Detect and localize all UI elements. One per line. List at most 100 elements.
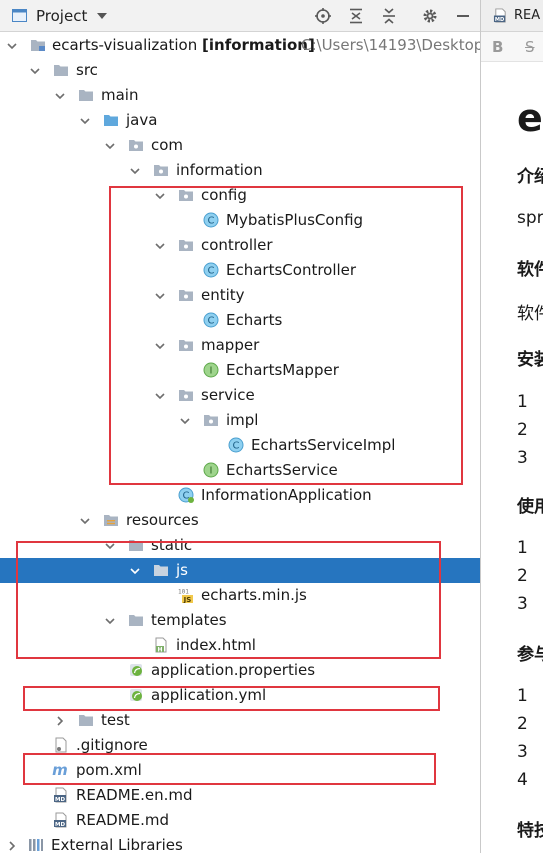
tree-node-echarts-min-js[interactable]: 101 JS echarts.min.js	[0, 583, 480, 608]
chevron-right-icon[interactable]	[54, 715, 66, 727]
html-file-icon: H	[155, 637, 167, 653]
tree-node-application-yml[interactable]: application.yml	[0, 683, 480, 708]
tree-node-com[interactable]: com	[0, 133, 480, 158]
tree-label: controller	[201, 236, 273, 254]
tree-node-echarts-mapper[interactable]: I EchartsMapper	[0, 358, 480, 383]
chevron-down-icon[interactable]	[154, 390, 166, 402]
chevron-down-icon[interactable]	[29, 65, 41, 77]
chevron-down-icon[interactable]	[154, 290, 166, 302]
tree-node-gitignore[interactable]: .gitignore	[0, 733, 480, 758]
tree-label: ecarts-visualization [information]	[52, 36, 315, 54]
svg-text:101: 101	[178, 589, 189, 596]
tree-node-echarts-service-impl[interactable]: C EchartsServiceImpl	[0, 433, 480, 458]
chevron-down-icon[interactable]	[104, 615, 116, 627]
tree-node-java[interactable]: java	[0, 108, 480, 133]
tree-node-index-html[interactable]: H index.html	[0, 633, 480, 658]
chevron-down-icon[interactable]	[179, 415, 191, 427]
tree-node-readme-en[interactable]: MD README.en.md	[0, 783, 480, 808]
preview-list-item: 1	[517, 538, 528, 558]
tree-label: README.en.md	[76, 786, 193, 804]
view-dropdown-chevron-icon[interactable]	[97, 13, 107, 19]
settings-gear-icon[interactable]	[421, 8, 439, 24]
chevron-down-icon[interactable]	[154, 340, 166, 352]
package-folder-icon	[179, 240, 193, 251]
svg-text:C: C	[233, 441, 240, 452]
editor-tab-readme[interactable]: REA	[514, 8, 540, 23]
chevron-down-icon[interactable]	[129, 165, 141, 177]
java-class-icon: C	[203, 262, 219, 278]
hide-panel-icon[interactable]	[454, 8, 472, 24]
chevron-down-icon[interactable]	[79, 115, 91, 127]
tree-node-project-root[interactable]: ecarts-visualization [information] C:\Us…	[0, 33, 480, 58]
markdown-file-icon: MD	[54, 787, 67, 803]
tree-label: InformationApplication	[201, 486, 372, 504]
spring-config-file-icon	[130, 689, 142, 701]
tree-node-src[interactable]: src	[0, 58, 480, 83]
tree-node-echarts[interactable]: C Echarts	[0, 308, 480, 333]
java-class-icon: C	[203, 312, 219, 328]
tree-label: External Libraries	[51, 836, 183, 853]
preview-heading: 使用	[517, 497, 543, 517]
locate-crosshair-icon[interactable]	[314, 8, 332, 24]
tree-label: impl	[226, 411, 259, 429]
preview-heading: 参与	[517, 645, 543, 665]
tree-node-pom-xml[interactable]: m pom.xml	[0, 758, 480, 783]
preview-list-item: 3	[517, 448, 528, 468]
preview-list-item: 1	[517, 686, 528, 706]
folder-icon	[129, 540, 143, 551]
chevron-down-icon[interactable]	[6, 40, 18, 52]
package-folder-icon	[129, 140, 143, 151]
bold-button[interactable]: B	[492, 38, 503, 56]
folder-icon	[129, 615, 143, 626]
svg-text:MD: MD	[495, 17, 504, 23]
expand-all-icon[interactable]	[347, 8, 365, 24]
tree-label: MybatisPlusConfig	[226, 211, 364, 229]
svg-text:I: I	[210, 466, 213, 477]
tree-node-impl[interactable]: impl	[0, 408, 480, 433]
chevron-down-icon[interactable]	[54, 90, 66, 102]
tree-label: application.properties	[151, 661, 316, 679]
project-window-icon	[12, 9, 27, 22]
chevron-down-icon[interactable]	[154, 240, 166, 252]
tree-node-controller[interactable]: controller	[0, 233, 480, 258]
tree-label: .gitignore	[76, 736, 148, 754]
preview-heading: 软件	[517, 260, 543, 280]
project-panel-title[interactable]: Project	[36, 7, 87, 25]
collapse-all-icon[interactable]	[380, 8, 398, 24]
tree-node-config[interactable]: config	[0, 183, 480, 208]
package-folder-icon	[154, 165, 168, 176]
ignore-file-icon	[55, 737, 67, 753]
tree-node-test[interactable]: test	[0, 708, 480, 733]
tree-node-static[interactable]: static	[0, 533, 480, 558]
tree-node-service[interactable]: service	[0, 383, 480, 408]
strikethrough-button[interactable]: S	[525, 38, 535, 56]
chevron-right-icon[interactable]	[6, 840, 18, 852]
tree-node-information[interactable]: information	[0, 158, 480, 183]
tree-node-echarts-controller[interactable]: C EchartsController	[0, 258, 480, 283]
tree-node-information-application[interactable]: C InformationApplication	[0, 483, 480, 508]
tree-node-echarts-service[interactable]: I EchartsService	[0, 458, 480, 483]
tree-node-resources[interactable]: resources	[0, 508, 480, 533]
preview-list-item: 2	[517, 420, 528, 440]
tree-node-mapper[interactable]: mapper	[0, 333, 480, 358]
tree-node-templates[interactable]: templates	[0, 608, 480, 633]
chevron-down-icon[interactable]	[129, 565, 141, 577]
tree-label: static	[151, 536, 193, 554]
tree-label: EchartsController	[226, 261, 357, 279]
tree-node-readme[interactable]: MD README.md	[0, 808, 480, 833]
tree-label: EchartsServiceImpl	[251, 436, 396, 454]
tree-node-js[interactable]: js	[0, 558, 480, 583]
tree-label: js	[176, 561, 188, 579]
chevron-down-icon[interactable]	[104, 540, 116, 552]
tree-node-mybatis-plus-config[interactable]: C MybatisPlusConfig	[0, 208, 480, 233]
tree-label: information	[176, 161, 263, 179]
tree-label: config	[201, 186, 247, 204]
chevron-down-icon[interactable]	[154, 190, 166, 202]
chevron-down-icon[interactable]	[79, 515, 91, 527]
library-icon	[29, 839, 43, 851]
tree-node-application-properties[interactable]: application.properties	[0, 658, 480, 683]
tree-node-external-libraries[interactable]: External Libraries	[0, 833, 480, 853]
tree-node-entity[interactable]: entity	[0, 283, 480, 308]
chevron-down-icon[interactable]	[104, 140, 116, 152]
tree-node-main[interactable]: main	[0, 83, 480, 108]
